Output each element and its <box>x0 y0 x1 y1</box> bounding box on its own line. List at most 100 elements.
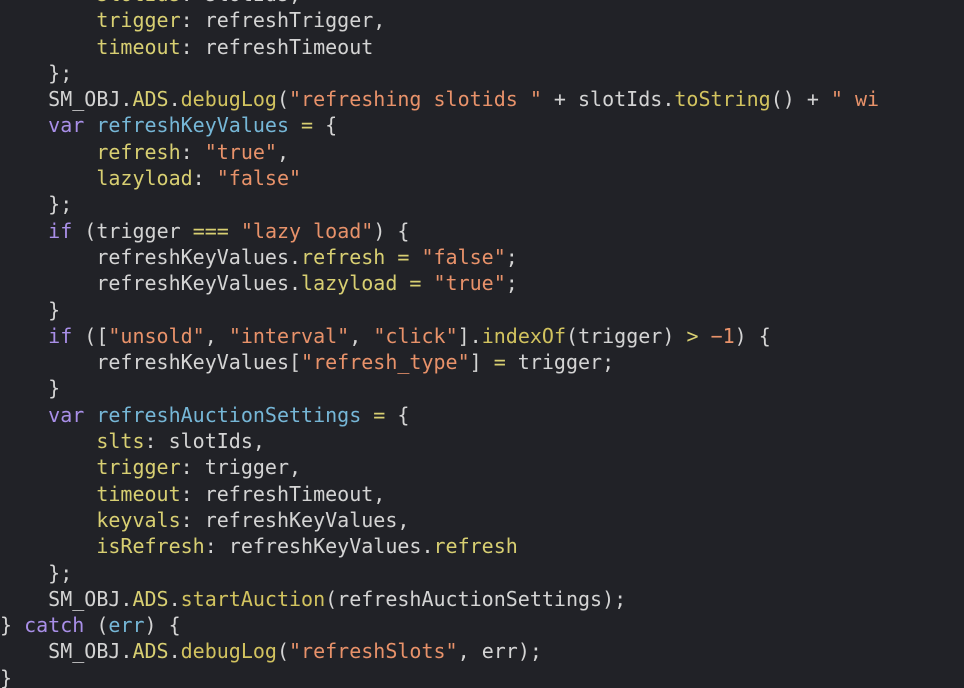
code-line[interactable]: timeout: refreshTimeout, <box>0 481 964 507</box>
code-line[interactable]: timeout: refreshTimeout <box>0 34 964 60</box>
code-line[interactable]: slotIds: slotIds, <box>0 0 964 7</box>
code-line[interactable]: SM_OBJ.ADS.startAuction(refreshAuctionSe… <box>0 586 964 612</box>
code-token: () <box>770 87 795 112</box>
code-line[interactable]: }; <box>0 560 964 586</box>
code-line[interactable]: refreshKeyValues.lazyload = "true"; <box>0 270 964 296</box>
code-token: ([ <box>72 323 109 348</box>
code-line[interactable]: } catch (err) { <box>0 612 964 638</box>
code-token: : <box>180 34 205 59</box>
code-token: refresh <box>433 534 518 559</box>
code-token: lazyload <box>301 271 398 296</box>
code-token: } <box>0 376 61 401</box>
code-token: ) <box>662 323 687 348</box>
code-token: . <box>168 586 181 611</box>
code-line[interactable]: keyvals: refreshKeyValues, <box>0 507 964 533</box>
code-line[interactable]: refresh: "true", <box>0 139 964 165</box>
code-token: timeout <box>96 34 181 59</box>
code-token: " wi <box>830 87 880 112</box>
code-line[interactable]: slts: slotIds, <box>0 428 964 454</box>
code-line[interactable]: trigger: refreshTrigger, <box>0 7 964 33</box>
code-token: . <box>421 534 434 559</box>
code-line[interactable]: if (["unsold", "interval", "click"].inde… <box>0 323 964 349</box>
code-line[interactable]: }; <box>0 60 964 86</box>
code-token: , <box>276 139 290 164</box>
code-line[interactable]: var refreshAuctionSettings = { <box>0 402 964 428</box>
code-token: , <box>397 507 410 532</box>
code-token: . <box>168 87 181 112</box>
code-token: { <box>313 113 338 138</box>
code-line[interactable]: SM_OBJ.ADS.debugLog("refreshSlots", err)… <box>0 638 964 664</box>
code-line[interactable]: if (trigger === "lazy load") { <box>0 218 964 244</box>
code-token: slotIds <box>168 429 253 454</box>
code-token: = <box>373 402 386 427</box>
code-token: . <box>662 87 675 112</box>
code-token: "false" <box>421 244 506 269</box>
code-editor-screenshot: slotIds: slotIds, trigger: refreshTrigge… <box>0 0 964 688</box>
code-line[interactable]: }; <box>0 191 964 217</box>
code-token: trigger <box>578 323 663 348</box>
code-token: = <box>409 271 422 296</box>
code-token: }; <box>0 60 73 85</box>
code-token: ; <box>602 350 615 375</box>
code-line[interactable]: SM_OBJ.ADS.debugLog("refreshing slotids … <box>0 86 964 112</box>
code-token: indexOf <box>481 323 567 348</box>
code-line[interactable]: var refreshKeyValues = { <box>0 112 964 138</box>
code-line[interactable]: } <box>0 297 964 323</box>
code-token: refreshKeyValues <box>96 113 289 138</box>
code-token: "true" <box>204 139 277 164</box>
code-token: slotIds <box>205 0 289 6</box>
code-token: = <box>493 350 506 375</box>
code-token: trigger <box>96 8 181 33</box>
code-token: , <box>204 323 229 348</box>
code-token: } <box>0 665 13 688</box>
code-token: trigger <box>517 350 603 375</box>
code-token: var <box>48 113 85 138</box>
code-token: === <box>192 218 229 243</box>
code-token: "refresh_type" <box>301 350 470 375</box>
code-token: ADS <box>132 87 169 112</box>
code-token: trigger <box>96 455 181 480</box>
code-token: ( <box>566 323 579 348</box>
code-token: { <box>385 402 410 427</box>
code-text-area[interactable]: slotIds: slotIds, trigger: refreshTrigge… <box>0 0 964 688</box>
code-line[interactable]: } <box>0 375 964 401</box>
code-token: > <box>686 323 699 348</box>
code-line[interactable]: } <box>0 665 964 688</box>
code-token: ( <box>72 218 97 243</box>
code-token: ( <box>276 87 290 112</box>
code-token: . <box>168 639 181 664</box>
code-line[interactable]: isRefresh: refreshKeyValues.refresh <box>0 533 964 559</box>
code-token: . <box>288 244 302 269</box>
code-line[interactable]: refreshKeyValues["refresh_type"] = trigg… <box>0 349 964 375</box>
code-token: + <box>794 87 831 112</box>
code-token: = <box>397 244 410 269</box>
code-token: timeout <box>96 481 181 506</box>
code-token: refreshTrigger <box>204 8 374 33</box>
code-line[interactable]: trigger: trigger, <box>0 454 964 480</box>
code-token: }; <box>0 192 73 217</box>
code-token: "click" <box>373 323 458 348</box>
code-line[interactable]: refreshKeyValues.refresh = "false"; <box>0 244 964 270</box>
code-line[interactable]: lazyload: "false" <box>0 165 964 191</box>
code-token: : <box>180 481 205 506</box>
code-token: ) { <box>734 323 771 348</box>
code-token: if <box>48 323 73 348</box>
code-token: −1 <box>710 323 735 348</box>
code-token: : <box>180 455 205 480</box>
code-token: SM_OBJ <box>48 87 121 112</box>
